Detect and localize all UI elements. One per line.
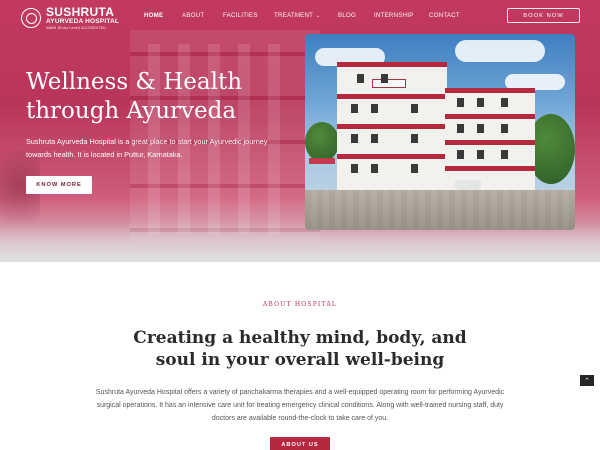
about-heading-line1: Creating a healthy mind, body, and xyxy=(133,328,467,348)
tree-left xyxy=(305,122,339,162)
about-heading: Creating a healthy mind, body, and soul … xyxy=(100,327,500,371)
about-kicker: ABOUT HOSPITAL xyxy=(262,301,338,308)
about-description: Sushruta Ayurveda Hospital offers a vari… xyxy=(95,389,505,422)
brand-name: SUSHRUTA xyxy=(46,5,115,19)
nav-item-home[interactable]: HOME xyxy=(144,12,163,19)
lotus-emblem-icon xyxy=(21,8,41,28)
parked-car xyxy=(455,180,481,190)
chevron-up-icon[interactable]: ⌃ xyxy=(580,375,594,386)
courtyard xyxy=(305,190,575,230)
entrance-canopy xyxy=(309,158,335,164)
brand-subtitle: AYURVEDA HOSPITAL xyxy=(46,18,120,25)
hero-title: Wellness & Health through Ayurveda xyxy=(26,68,296,126)
building-right-wing xyxy=(445,88,535,192)
nav-item-facilities[interactable]: FACILITIES xyxy=(223,12,258,19)
nav-item-blog[interactable]: BLOG xyxy=(338,12,356,19)
know-more-button[interactable]: KNOW MORE xyxy=(26,176,92,194)
about-heading-line2: soul in your overall well-being xyxy=(155,350,445,370)
book-now-button[interactable]: BOOK NOW xyxy=(507,8,580,23)
nav-item-treatment-label: TREATMENT xyxy=(274,12,314,19)
hero-title-line1: Wellness & Health xyxy=(26,69,243,95)
nav-item-treatment[interactable]: TREATMENT ⌄ xyxy=(274,12,321,19)
brand-tagline: NABH (Entry Level) ACCREDITED xyxy=(46,25,106,30)
about-us-button[interactable]: ABOUT US xyxy=(270,437,330,450)
hospital-sign xyxy=(372,79,406,88)
site-logo[interactable]: SUSHRUTA AYURVEDA HOSPITAL NABH (Entry L… xyxy=(21,6,119,30)
hero-description: Sushruta Ayurveda Hospital is a great pl… xyxy=(26,137,268,159)
building-left-wing xyxy=(337,62,447,192)
chevron-down-icon: ⌄ xyxy=(316,13,321,19)
hospital-photo xyxy=(305,34,575,230)
nav-item-contact[interactable]: CONTACT xyxy=(429,12,460,19)
hero-section: SUSHRUTA AYURVEDA HOSPITAL NABH (Entry L… xyxy=(0,0,600,262)
nav-item-about[interactable]: ABOUT xyxy=(182,12,204,19)
nav-item-internship[interactable]: INTERNSHIP xyxy=(374,12,413,19)
hero-title-line2: through Ayurveda xyxy=(26,98,237,124)
